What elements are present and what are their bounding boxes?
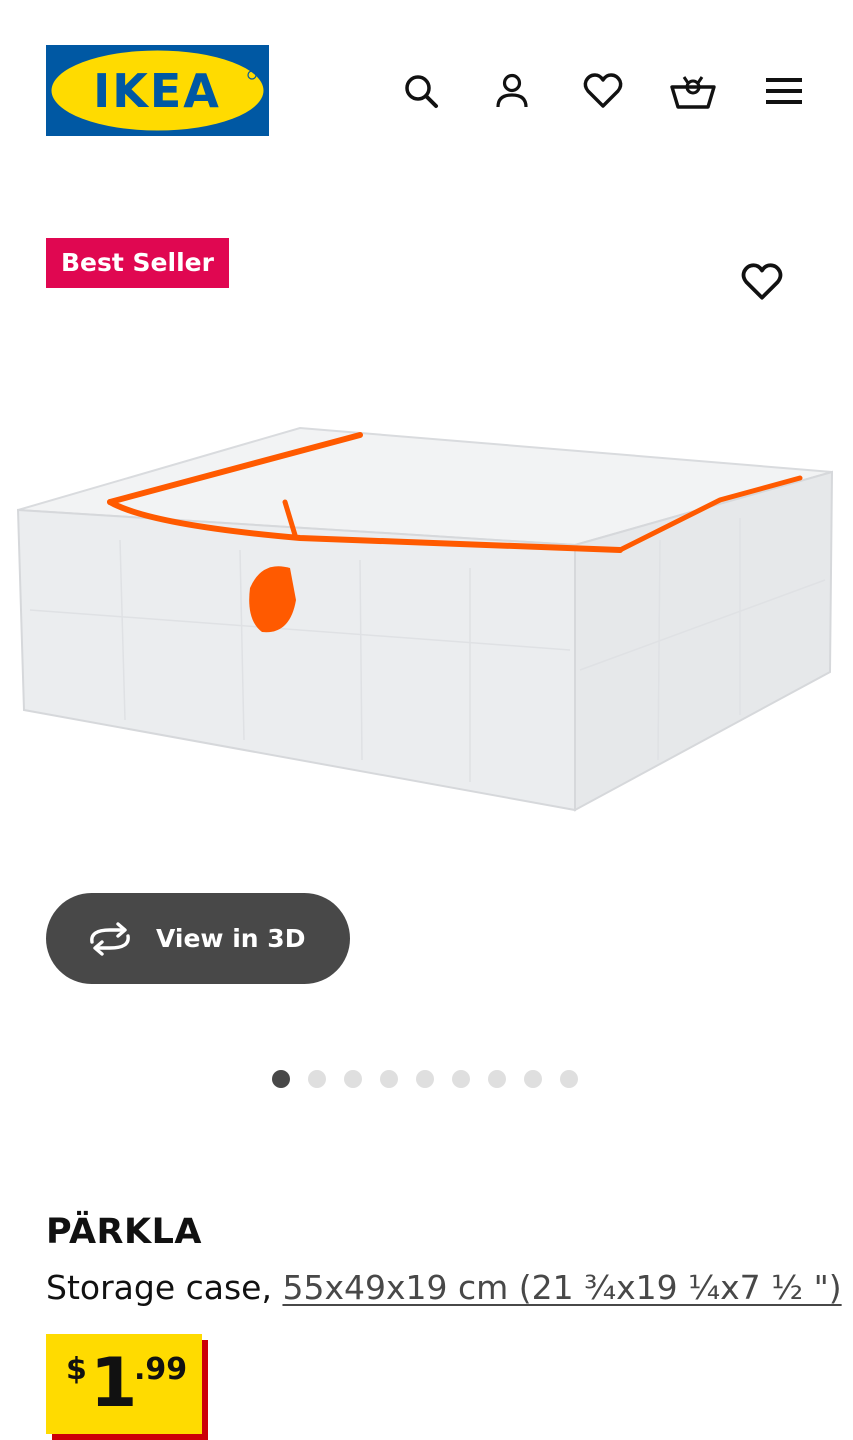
- ikea-logo[interactable]: IKEA: [46, 45, 269, 136]
- carousel-dot[interactable]: [416, 1070, 434, 1088]
- product-dimensions-link[interactable]: 55x49x19 cm (21 ¾x19 ¼x7 ½ "): [282, 1268, 841, 1307]
- price-decimal: .99: [134, 1352, 188, 1387]
- best-seller-badge: Best Seller: [46, 238, 229, 288]
- view-in-3d-button[interactable]: View in 3D: [46, 893, 350, 984]
- product-type: Storage case,: [46, 1268, 283, 1307]
- price-currency: $: [66, 1352, 87, 1387]
- heart-icon: [741, 263, 783, 300]
- cart-button[interactable]: [668, 66, 718, 116]
- save-to-favourites-button[interactable]: [736, 256, 788, 308]
- favourites-button[interactable]: [578, 66, 628, 116]
- rotate-3d-icon: [90, 921, 130, 956]
- search-icon: [405, 75, 438, 108]
- price-tag: $ 1 .99: [46, 1334, 202, 1434]
- carousel-dot[interactable]: [380, 1070, 398, 1088]
- cart-icon: [670, 76, 716, 109]
- svg-text:IKEA: IKEA: [93, 64, 221, 118]
- product-description: Storage case, 55x49x19 cm (21 ¾x19 ¼x7 ½…: [46, 1268, 842, 1307]
- carousel-dot[interactable]: [488, 1070, 506, 1088]
- account-button[interactable]: [487, 66, 537, 116]
- search-button[interactable]: [396, 66, 446, 116]
- menu-icon: [766, 78, 802, 104]
- price-integer: 1: [90, 1344, 138, 1423]
- carousel-dot[interactable]: [272, 1070, 290, 1088]
- product-name: PÄRKLA: [46, 1212, 202, 1252]
- menu-button[interactable]: [759, 66, 809, 116]
- image-carousel-indicator: [272, 1070, 578, 1090]
- account-icon: [496, 73, 528, 108]
- product-image[interactable]: [0, 410, 853, 930]
- carousel-dot[interactable]: [560, 1070, 578, 1088]
- carousel-dot[interactable]: [452, 1070, 470, 1088]
- site-header: IKEA: [0, 0, 853, 180]
- carousel-dot[interactable]: [524, 1070, 542, 1088]
- view-in-3d-label: View in 3D: [156, 924, 306, 953]
- heart-icon: [583, 73, 623, 108]
- carousel-dot[interactable]: [308, 1070, 326, 1088]
- carousel-dot[interactable]: [344, 1070, 362, 1088]
